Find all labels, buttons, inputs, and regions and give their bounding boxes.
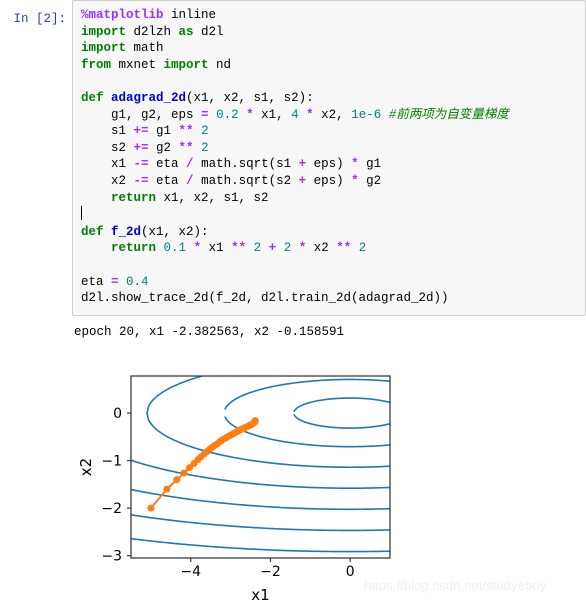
- operator-pow-2: **: [178, 140, 194, 155]
- xtick-label: −4: [180, 564, 201, 580]
- trajectory-point: [147, 504, 155, 512]
- keyword-import-3: import: [163, 57, 209, 72]
- operator-iadd-2: +=: [133, 140, 149, 155]
- operator-mul-2: *: [306, 107, 314, 122]
- number-0p4: 0.4: [126, 274, 149, 289]
- number-1e6: 1e-6: [351, 107, 382, 122]
- keyword-from: from: [81, 57, 112, 72]
- operator-pow-4: **: [336, 241, 352, 256]
- keyword-def-2: def: [81, 224, 104, 239]
- operator-plus-2: +: [298, 173, 307, 188]
- code-content[interactable]: %matplotlib inline import d2lzh as d2l i…: [81, 7, 579, 307]
- ytick-label: 0: [113, 406, 122, 422]
- operator-plus-1: +: [298, 157, 307, 172]
- number-0p2: 0.2: [216, 107, 239, 122]
- operator-div-1: /: [186, 157, 194, 172]
- number-2a: 2: [201, 124, 209, 139]
- function-name-f2d: f_2d: [111, 224, 142, 239]
- notebook-cell: In [2]: %matplotlib inline import d2lzh …: [0, 0, 586, 340]
- operator-mul-3: *: [351, 157, 359, 172]
- matplotlib-figure: −4 −2 0 0 −1 −2 −3 x1 x2: [66, 362, 406, 605]
- operator-iadd-1: +=: [133, 124, 149, 139]
- operator-assign-1: =: [201, 107, 209, 122]
- keyword-return-2: return: [111, 241, 157, 256]
- operator-assign-2: =: [111, 274, 119, 289]
- output-row: epoch 20, x1 -2.382563, x2 -0.158591: [0, 324, 586, 340]
- number-2b: 2: [201, 140, 209, 155]
- xaxis-label: x1: [251, 586, 269, 604]
- number-0p1: 0.1: [163, 241, 187, 256]
- number-4: 4: [291, 107, 299, 122]
- inline-comment: #前两项为自变量梯度: [388, 107, 509, 122]
- operator-plus-3: +: [268, 241, 277, 256]
- xtick-label: −2: [260, 564, 281, 580]
- trajectory-point: [251, 417, 259, 425]
- keyword-import-2: import: [81, 41, 127, 56]
- xtick-label: 0: [346, 564, 355, 580]
- input-prompt-label: In [2]:: [13, 12, 66, 26]
- ytick-label: −3: [101, 549, 122, 565]
- keyword-return-1: return: [111, 190, 157, 205]
- operator-isub-2: -=: [133, 173, 149, 188]
- keyword-as: as: [178, 24, 194, 39]
- operator-mul-4: *: [351, 173, 359, 188]
- trajectory-point: [180, 469, 188, 477]
- code-magic-matplotlib: %matplotlib: [81, 8, 164, 22]
- operator-mul-5: *: [193, 241, 202, 256]
- keyword-import-1: import: [81, 24, 127, 39]
- operator-mul-6: *: [298, 241, 307, 256]
- ytick-label: −2: [101, 501, 122, 517]
- keyword-def-1: def: [81, 90, 104, 105]
- number-2c: 2: [253, 241, 262, 256]
- operator-pow-1: **: [178, 124, 194, 139]
- watermark-text: https://blog.csdn.net/studyeboy: [364, 578, 547, 593]
- operator-isub-1: -=: [133, 157, 149, 172]
- trajectory-point: [163, 485, 171, 493]
- operator-div-2: /: [186, 173, 194, 188]
- function-name-adagrad2d: adagrad_2d: [111, 90, 187, 105]
- stdout-output: epoch 20, x1 -2.382563, x2 -0.158591: [74, 324, 345, 339]
- number-2d: 2: [283, 241, 292, 256]
- plot-svg: −4 −2 0 0 −1 −2 −3 x1 x2: [66, 362, 406, 605]
- trajectory-point: [173, 476, 181, 484]
- operator-pow-3: **: [231, 241, 247, 256]
- operator-mul-1: *: [246, 107, 254, 122]
- number-2e: 2: [358, 241, 367, 256]
- code-editor[interactable]: %matplotlib inline import d2lzh as d2l i…: [72, 0, 586, 316]
- ytick-label: −1: [101, 454, 122, 470]
- yaxis-label: x2: [77, 458, 95, 476]
- code-cell-row: In [2]: %matplotlib inline import d2lzh …: [0, 0, 586, 316]
- text-cursor: [81, 206, 82, 221]
